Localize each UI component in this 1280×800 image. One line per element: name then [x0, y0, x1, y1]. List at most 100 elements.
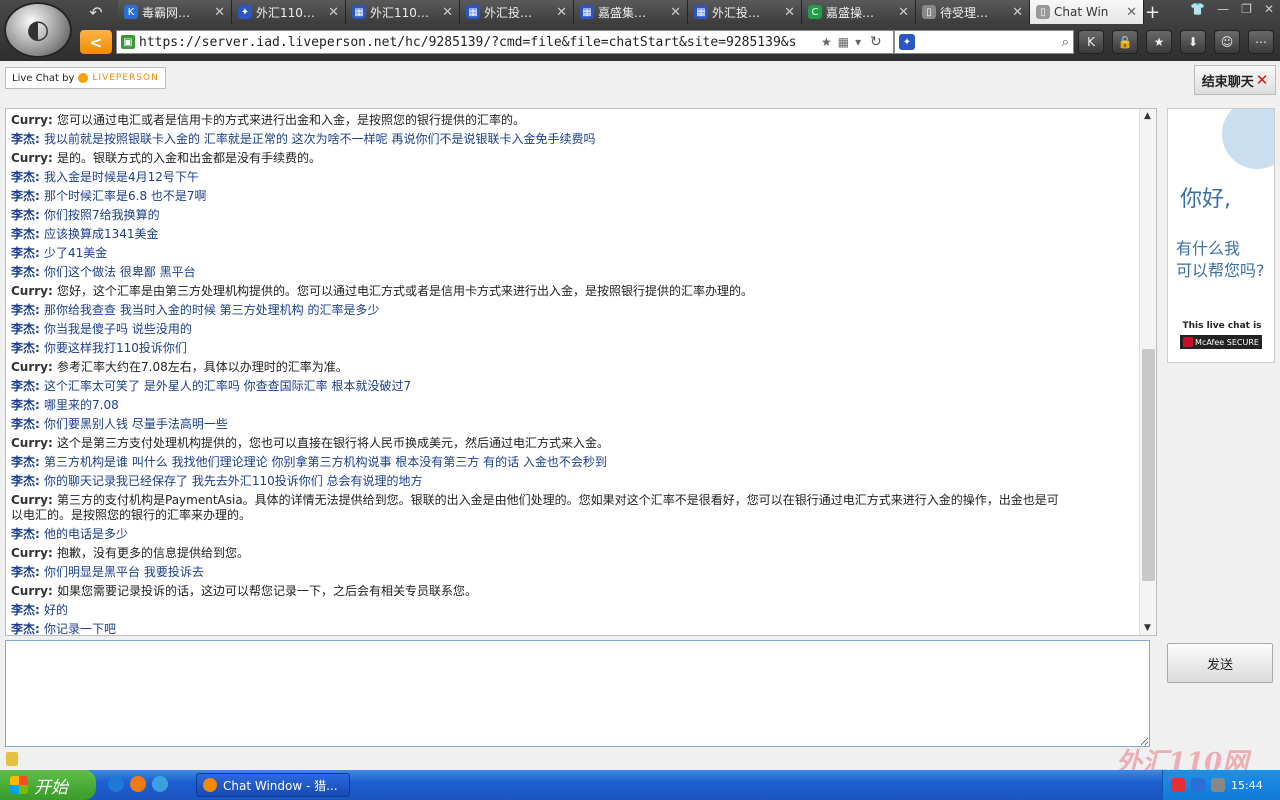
message-text: 参考汇率大约在7.08左右，具体以办理时的汇率为准。	[57, 360, 348, 374]
sender-separator: :	[48, 546, 57, 560]
scroll-up-icon[interactable]: ▲	[1144, 111, 1151, 121]
windows-logo-icon	[10, 776, 28, 794]
tab-close-icon[interactable]: ✕	[784, 5, 795, 20]
tab-title: 毒霸网…	[142, 5, 191, 20]
bookmark-star-icon[interactable]: ★	[821, 35, 832, 49]
browser-tab[interactable]: K 毒霸网… ✕	[118, 0, 232, 24]
tab-favicon-icon: ▦	[352, 5, 366, 19]
message-sender: Curry	[11, 113, 49, 127]
close-window-button[interactable]: ✕	[1264, 2, 1274, 16]
system-tray: 15:44	[1162, 770, 1280, 800]
message-input[interactable]	[5, 640, 1150, 747]
send-button[interactable]: 发送	[1167, 643, 1273, 683]
scroll-down-icon[interactable]: ▼	[1144, 623, 1151, 633]
browser-tab[interactable]: ✦ 外汇110… ✕	[232, 0, 346, 24]
sender-separator: :	[48, 436, 57, 450]
sender-separator: :	[35, 341, 44, 355]
message-text: 这个是第三方支付处理机构提供的，您也可以直接在银行将人民币换成美元，然后通过电汇…	[57, 436, 610, 450]
start-button[interactable]: 开始	[0, 770, 96, 800]
kingsoft-icon[interactable]: K	[1078, 30, 1104, 54]
sender-separator: :	[35, 603, 44, 617]
logo-brand: LIVEPERSON	[92, 73, 159, 83]
lock-icon[interactable]: 🔒	[1112, 30, 1138, 54]
address-bar[interactable]: ▣ https://server.iad.liveperson.net/hc/9…	[116, 30, 894, 54]
tab-close-icon[interactable]: ✕	[556, 5, 567, 20]
tab-close-icon[interactable]: ✕	[1126, 5, 1137, 20]
sender-separator: :	[35, 208, 44, 222]
back-button[interactable]: <	[80, 30, 112, 54]
qr-icon[interactable]: ▦	[838, 35, 849, 49]
browser-tab[interactable]: ▯ Chat Win ✕	[1030, 0, 1144, 24]
menu-icon[interactable]: ⋯	[1248, 30, 1274, 54]
message-sender: 李杰	[11, 227, 36, 241]
sender-separator: :	[48, 584, 57, 598]
browser-tab[interactable]: ▦ 外汇投… ✕	[460, 0, 574, 24]
clock[interactable]: 15:44	[1231, 779, 1263, 792]
mcafee-badge[interactable]: McAfee SECURE	[1180, 335, 1262, 349]
volume-icon[interactable]	[1211, 778, 1225, 792]
sender-separator: :	[35, 527, 44, 541]
sender-separator: :	[35, 455, 44, 469]
new-tab-button[interactable]: +	[1145, 2, 1160, 23]
favorites-icon[interactable]: ★	[1146, 30, 1172, 54]
tab-back-icon[interactable]: ↶	[86, 3, 106, 22]
tab-close-icon[interactable]: ✕	[328, 5, 339, 20]
message-text: 好的	[44, 603, 69, 617]
skin-icon[interactable]: 👕	[1190, 2, 1205, 16]
show-desktop-icon[interactable]	[152, 776, 168, 792]
message-sender: Curry	[11, 436, 49, 450]
scroll-thumb[interactable]	[1142, 349, 1155, 581]
tab-strip: K 毒霸网… ✕ ✦ 外汇110… ✕ ▦ 外汇110… ✕ ▦ 外汇投… ✕ ▦ 嘉盛集… ✕ ▦ 外汇投… ✕…	[118, 0, 1144, 24]
transcript-scrollbar[interactable]: ▲ ▼	[1139, 109, 1156, 635]
search-icon[interactable]: ⌕	[1062, 35, 1069, 50]
secure-text: This live chat is	[1182, 321, 1262, 331]
liveperson-logo: Live Chat by LIVEPERSON	[5, 67, 166, 89]
speech-bubble-icon	[1222, 109, 1274, 169]
message-text: 是的。银联方式的入金和出金都是没有手续费的。	[57, 151, 322, 165]
sogou-icon[interactable]	[1171, 778, 1185, 792]
tab-close-icon[interactable]: ✕	[670, 5, 681, 20]
search-box[interactable]: ✦ ⌕	[894, 30, 1074, 54]
tab-close-icon[interactable]: ✕	[442, 5, 453, 20]
message-text: 你们这个做法 很卑鄙 黑平台	[44, 265, 196, 279]
close-icon: ✕	[1255, 71, 1269, 89]
status-lock-icon	[6, 752, 18, 766]
tab-close-icon[interactable]: ✕	[214, 5, 225, 20]
browser-tab[interactable]: ▯ 待受理… ✕	[916, 0, 1030, 24]
chat-message: 李杰: 应该换算成1341美金	[11, 225, 1136, 244]
message-sender: 李杰	[11, 303, 36, 317]
chat-message: 李杰: 你们明显是黑平台 我要投诉去	[11, 563, 1136, 582]
minimize-button[interactable]: —	[1217, 2, 1229, 16]
browser-tab[interactable]: ▦ 外汇110… ✕	[346, 0, 460, 24]
browser-tab[interactable]: ▦ 外汇投… ✕	[688, 0, 802, 24]
end-chat-button[interactable]: 结束聊天 ✕	[1194, 65, 1276, 95]
tab-close-icon[interactable]: ✕	[1012, 5, 1023, 20]
game-icon[interactable]: ☺	[1214, 30, 1240, 54]
firefox-icon[interactable]	[130, 776, 146, 792]
greeting-hello: 你好,	[1180, 187, 1231, 212]
chat-message: 李杰: 好的	[11, 601, 1136, 620]
chat-message: Curry: 您可以通过电汇或者是信用卡的方式来进行出金和入金，是按照您的银行提…	[11, 111, 1136, 130]
sender-separator: :	[48, 284, 57, 298]
browser-tab[interactable]: ▦ 嘉盛集… ✕	[574, 0, 688, 24]
chat-message: Curry: 这个是第三方支付处理机构提供的，您也可以直接在银行将人民币换成美元…	[11, 434, 1136, 453]
tab-close-icon[interactable]: ✕	[898, 5, 909, 20]
message-list: Curry: 您可以通过电汇或者是信用卡的方式来进行出金和入金，是按照您的银行提…	[11, 111, 1136, 635]
message-sender: 李杰	[11, 132, 36, 146]
restore-button[interactable]: ❐	[1241, 2, 1252, 16]
dropdown-icon[interactable]: ▾	[855, 35, 861, 49]
download-icon[interactable]: ⬇	[1180, 30, 1206, 54]
search-engine-icon[interactable]: ✦	[899, 34, 915, 50]
sender-separator: :	[35, 379, 44, 393]
message-text: 那你给我查查 我当时入金的时候 第三方处理机构 的汇率是多少	[44, 303, 380, 317]
browser-tab[interactable]: C 嘉盛操… ✕	[802, 0, 916, 24]
chat-transcript[interactable]: Curry: 您可以通过电汇或者是信用卡的方式来进行出金和入金，是按照您的银行提…	[5, 108, 1157, 636]
reload-icon[interactable]: ↻	[870, 34, 882, 50]
chat-message: 李杰: 他的电话是多少	[11, 525, 1136, 544]
chat-message: 李杰: 你的聊天记录我已经保存了 我先去外汇110投诉你们 总会有说理的地方	[11, 472, 1136, 491]
message-text: 你们按照7给我换算的	[44, 208, 160, 222]
ie-icon[interactable]	[108, 776, 124, 792]
url-text[interactable]: https://server.iad.liveperson.net/hc/928…	[139, 35, 815, 50]
kingsoft-tray-icon[interactable]	[1191, 778, 1205, 792]
taskbar-item-chat[interactable]: Chat Window - 猎...	[196, 773, 350, 797]
